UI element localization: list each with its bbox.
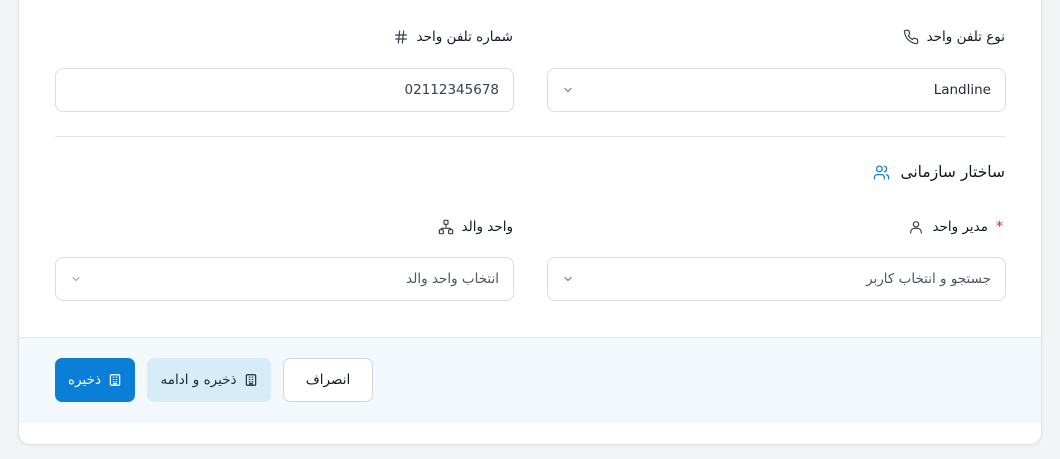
manager-placeholder: جستجو و انتخاب کاربر xyxy=(866,271,991,287)
required-mark: * xyxy=(996,219,1003,235)
save-continue-button[interactable]: ذخیره و ادامه xyxy=(147,358,271,402)
parent-unit-select[interactable]: انتخاب واحد والد xyxy=(55,257,514,301)
parent-unit-label: واحد والد xyxy=(438,219,513,235)
hash-icon xyxy=(394,30,407,44)
phone-number-label: شماره تلفن واحد xyxy=(393,29,513,45)
phone-type-value: Landline xyxy=(933,82,991,98)
phone-type-label: نوع تلفن واحد xyxy=(903,29,1005,45)
save-button[interactable]: ذخیره xyxy=(55,358,135,402)
manager-select[interactable]: جستجو و انتخاب کاربر xyxy=(547,257,1006,301)
building-icon xyxy=(109,374,121,386)
chevron-down-icon xyxy=(564,276,572,282)
phone-icon xyxy=(903,29,918,45)
phone-number-value: 02112345678 xyxy=(404,82,499,98)
building-icon xyxy=(245,374,256,386)
parent-unit-placeholder: انتخاب واحد والد xyxy=(406,271,499,287)
phone-type-select[interactable]: Landline xyxy=(547,68,1006,112)
chevron-down-icon xyxy=(72,276,80,282)
phone-number-input[interactable]: 02112345678 xyxy=(55,68,514,112)
form-card: نوع تلفن واحد شماره تلفن واحد Landline 0… xyxy=(18,0,1042,445)
user-icon xyxy=(910,221,923,234)
form-footer: ذخیره ذخیره و ادامه انصراف xyxy=(19,337,1041,423)
section-divider xyxy=(55,136,1005,137)
cancel-button[interactable]: انصراف xyxy=(283,358,373,402)
org-structure-heading: ساختار سازمانی xyxy=(873,163,1005,181)
users-icon xyxy=(874,164,890,180)
manager-label: مدیر واحد * xyxy=(908,219,1005,235)
sitemap-icon xyxy=(438,219,453,235)
chevron-down-icon xyxy=(564,87,572,93)
